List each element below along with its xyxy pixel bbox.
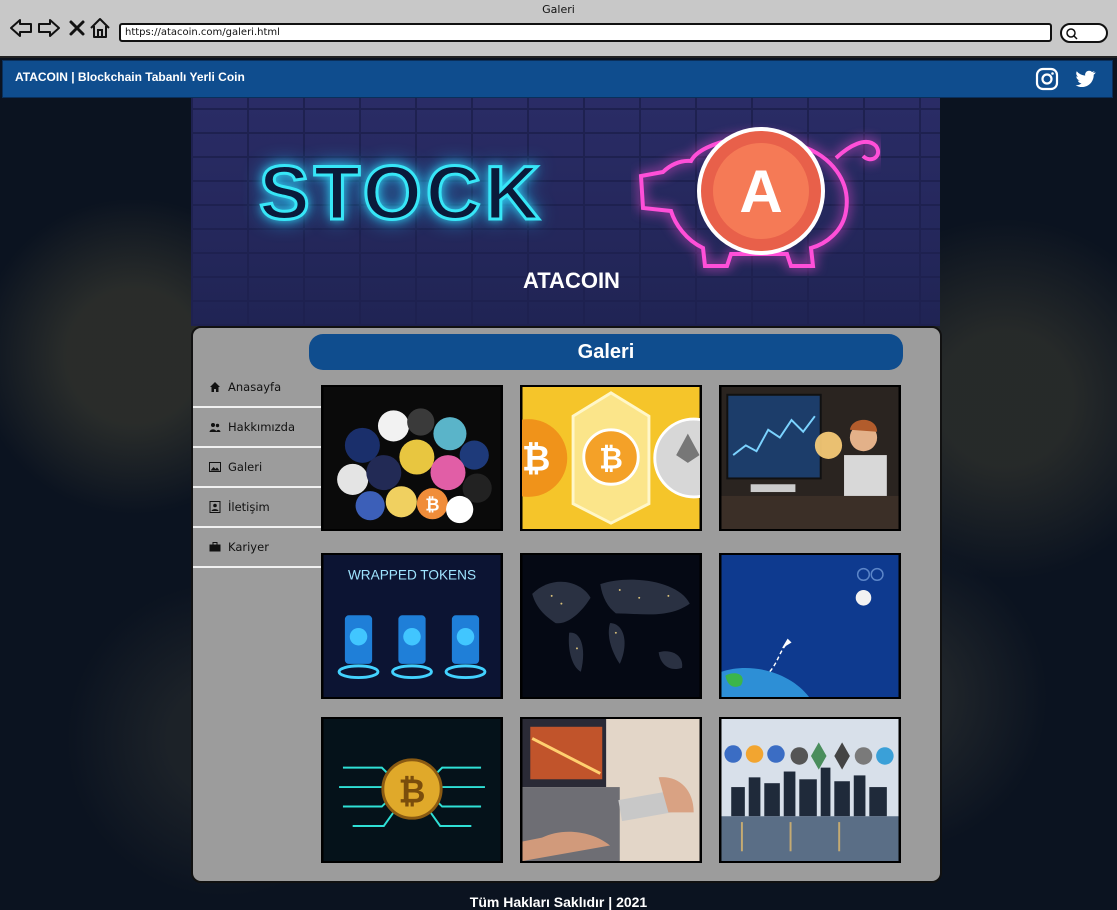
- sidebar-item-kariyer[interactable]: Kariyer: [193, 528, 321, 568]
- coin-letter: A: [739, 158, 782, 225]
- sidebar-item-label: Hakkımızda: [228, 420, 295, 434]
- site-brand[interactable]: ATACOIN | Blockchain Tabanlı Yerli Coin: [15, 70, 245, 84]
- sidebar-item-anasayfa[interactable]: Anasayfa: [193, 368, 321, 408]
- image-icon: [209, 461, 221, 473]
- back-arrow-icon[interactable]: [9, 16, 33, 40]
- hero-neon-text: STOCK: [258, 150, 544, 238]
- gallery-item-trader[interactable]: [719, 385, 901, 531]
- home-icon: [209, 381, 221, 393]
- sidebar-item-label: İletişim: [228, 500, 270, 514]
- footer-copyright: Tüm Hakları Saklıdır | 2021: [469, 894, 648, 910]
- sidebar-nav: Anasayfa Hakkımızda Galeri İletişim Kari…: [193, 368, 321, 568]
- twitter-icon[interactable]: [1073, 67, 1097, 91]
- gallery-grid: ₿ ₿ ₿ WRAPPED TOKENS ₿: [321, 385, 905, 869]
- sidebar-item-galeri[interactable]: Galeri: [193, 448, 321, 488]
- close-icon[interactable]: [65, 16, 89, 40]
- browser-chrome: Galeri https://atacoin.com/galeri.html: [0, 0, 1117, 58]
- contact-card-icon: [209, 501, 221, 513]
- page-viewport: ATACOIN | Blockchain Tabanlı Yerli Coin …: [0, 58, 1117, 910]
- svg-text:₿: ₿: [425, 495, 439, 515]
- users-icon: [209, 421, 221, 433]
- gallery-item-world-map[interactable]: [520, 553, 702, 699]
- top-navbar: ATACOIN | Blockchain Tabanlı Yerli Coin: [2, 60, 1113, 98]
- gallery-item-bitcoin-circuit[interactable]: ₿: [321, 717, 503, 863]
- sidebar-item-iletisim[interactable]: İletişim: [193, 488, 321, 528]
- sidebar-item-label: Galeri: [228, 460, 263, 474]
- home-icon[interactable]: [88, 16, 112, 40]
- gallery-item-wrapped-tokens[interactable]: WRAPPED TOKENS: [321, 553, 503, 699]
- gallery-item-city-skyline[interactable]: [719, 717, 901, 863]
- window-title: Galeri: [542, 3, 575, 16]
- sidebar-item-label: Kariyer: [228, 540, 269, 554]
- content-panel: Galeri Anasayfa Hakkımızda Galeri İletiş…: [191, 326, 942, 883]
- gallery-caption: WRAPPED TOKENS: [348, 567, 476, 582]
- piggy-bank-icon: A: [638, 127, 881, 268]
- hero-banner: STOCK A ATACOIN: [191, 98, 940, 326]
- svg-text:₿: ₿: [599, 444, 623, 476]
- briefcase-icon: [209, 541, 221, 553]
- svg-text:₿: ₿: [522, 440, 550, 479]
- forward-arrow-icon[interactable]: [37, 16, 61, 40]
- instagram-icon[interactable]: [1035, 67, 1059, 91]
- hero-site-name: ATACOIN: [523, 268, 620, 293]
- gallery-item-rocket[interactable]: [719, 553, 901, 699]
- page-title: Galeri: [309, 334, 903, 370]
- sidebar-item-hakkimizda[interactable]: Hakkımızda: [193, 408, 321, 448]
- address-bar[interactable]: https://atacoin.com/galeri.html: [119, 23, 1052, 42]
- sidebar-item-label: Anasayfa: [228, 380, 282, 394]
- gallery-item-btc-eth-coins[interactable]: ₿ ₿: [520, 385, 702, 531]
- svg-text:₿: ₿: [399, 774, 426, 811]
- gallery-item-coin-pile[interactable]: ₿: [321, 385, 503, 531]
- search-pill[interactable]: [1060, 23, 1108, 43]
- gallery-item-laptop-tablet[interactable]: [520, 717, 702, 863]
